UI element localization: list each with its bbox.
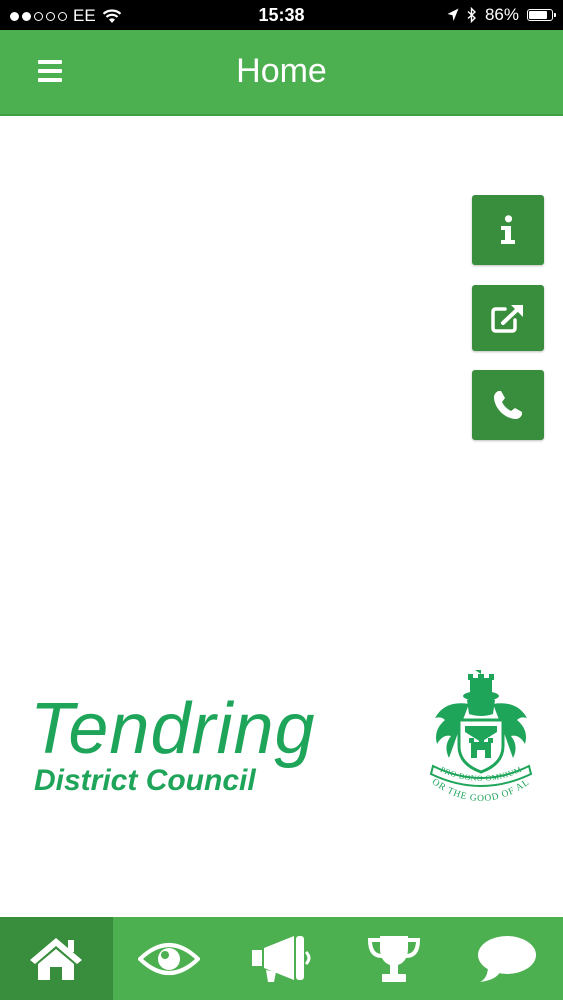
tab-announcements[interactable] [225,917,338,1000]
council-logo-subtitle: District Council [34,764,256,797]
tab-home[interactable] [0,917,113,1000]
speech-bubble-icon [477,935,536,982]
eye-icon [137,942,200,975]
info-button[interactable] [472,195,544,265]
tab-feedback[interactable] [450,917,563,1000]
tab-view[interactable] [113,917,226,1000]
bottom-tab-bar [0,917,563,1000]
external-link-icon [491,305,523,333]
location-arrow-icon [447,8,459,21]
app-header: Home [0,30,563,116]
battery-percent: 86% [484,5,519,24]
council-logo-name: Tendring [30,689,316,769]
home-icon [30,937,83,980]
megaphone-icon [252,935,311,982]
status-bar: EE 15:38 86% [0,0,563,30]
status-right: 86% [447,5,556,25]
info-icon [501,215,515,244]
trophy-icon [368,935,421,982]
battery-icon [527,9,556,21]
bluetooth-icon [467,7,476,23]
phone-icon [494,391,522,419]
tab-achievements[interactable] [338,917,451,1000]
page-title: Home [236,52,327,90]
council-crest-icon: PRO BONO OMNIUM FOR THE GOOD OF ALL [425,670,533,804]
phone-button[interactable] [472,370,544,440]
external-link-button[interactable] [472,285,544,351]
